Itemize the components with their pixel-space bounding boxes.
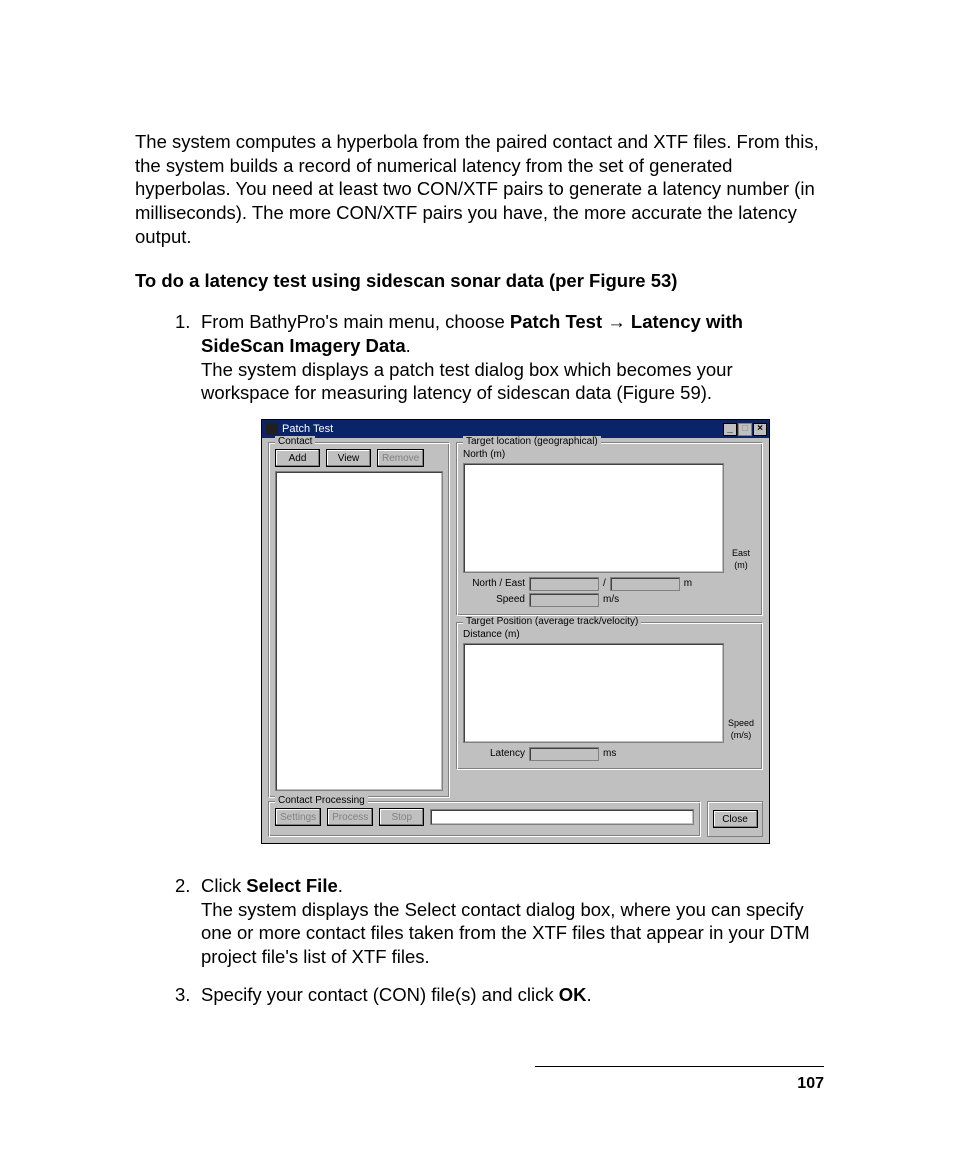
target-avg-group: Target Position (average track/velocity)… (456, 622, 763, 770)
geo-plot-canvas (463, 463, 724, 573)
processing-legend: Contact Processing (275, 795, 368, 807)
close-icon[interactable]: × (753, 423, 767, 436)
step-3: 3. Specify your contact (CON) file(s) an… (175, 983, 824, 1007)
speed-axis-label-2: (m/s) (731, 730, 752, 740)
speed-value[interactable] (529, 593, 599, 607)
step-2-body: The system displays the Select contact d… (201, 899, 810, 967)
procedure-heading: To do a latency test using sidescan sona… (135, 270, 824, 292)
contact-group: Contact Add View Remove (268, 442, 450, 798)
step-1-bold-1: Patch Test (510, 311, 607, 332)
step-1-text-b: . (406, 335, 411, 356)
target-geo-group: Target location (geographical) North (m)… (456, 442, 763, 616)
distance-axis-label: Distance (m) (463, 629, 756, 641)
step-3-number: 3. (175, 983, 201, 1007)
east-axis-label-1: East (732, 548, 750, 558)
avg-plot-canvas (463, 643, 724, 743)
settings-button[interactable]: Settings (275, 808, 321, 826)
north-east-label: North / East (463, 578, 525, 590)
step-1-number: 1. (175, 310, 201, 405)
process-button[interactable]: Process (327, 808, 373, 826)
stop-button[interactable]: Stop (379, 808, 424, 826)
north-value[interactable] (529, 577, 599, 591)
contact-legend: Contact (275, 436, 315, 448)
speed-unit: m/s (603, 594, 619, 606)
step-1-arrow: → (607, 311, 626, 332)
step-1-text-a: From BathyPro's main menu, choose (201, 311, 510, 332)
step-2-text-b: . (338, 875, 343, 896)
step-2-number: 2. (175, 874, 201, 969)
remove-button[interactable]: Remove (377, 449, 424, 467)
maximize-button[interactable]: □ (738, 423, 752, 436)
latency-value[interactable] (529, 747, 599, 761)
close-button[interactable]: Close (713, 810, 758, 828)
speed-axis-label-1: Speed (728, 718, 754, 728)
view-button[interactable]: View (326, 449, 371, 467)
latency-label: Latency (463, 748, 525, 760)
contact-processing-group: Contact Processing Settings Process Stop (268, 801, 701, 837)
step-2-text-a: Click (201, 875, 246, 896)
add-button[interactable]: Add (275, 449, 320, 467)
ne-separator: / (603, 578, 606, 590)
page-number: 107 (797, 1075, 824, 1092)
page-footer: 107 (535, 1066, 824, 1093)
contact-list[interactable] (275, 471, 443, 791)
progress-bar (430, 809, 694, 825)
intro-paragraph: The system computes a hyperbola from the… (135, 130, 824, 248)
patch-test-dialog: Patch Test _ □ × Contact Add View (261, 419, 770, 844)
step-3-bold: OK (559, 984, 587, 1005)
step-3-text-b: . (587, 984, 592, 1005)
speed-label: Speed (463, 594, 525, 606)
step-2: 2. Click Select File. The system display… (175, 874, 824, 969)
target-geo-legend: Target location (geographical) (463, 436, 601, 448)
step-2-bold: Select File (246, 875, 338, 896)
minimize-button[interactable]: _ (723, 423, 737, 436)
latency-unit: ms (603, 748, 616, 760)
step-1: 1. From BathyPro's main menu, choose Pat… (175, 310, 824, 405)
step-1-body-2: The system displays a patch test dialog … (201, 359, 733, 404)
close-button-frame: Close (707, 801, 763, 837)
app-icon (266, 423, 278, 435)
east-axis-label-2: (m) (734, 560, 748, 570)
ne-unit: m (684, 578, 692, 590)
east-value[interactable] (610, 577, 680, 591)
target-avg-legend: Target Position (average track/velocity) (463, 616, 641, 628)
north-axis-label: North (m) (463, 449, 756, 461)
step-3-text-a: Specify your contact (CON) file(s) and c… (201, 984, 559, 1005)
